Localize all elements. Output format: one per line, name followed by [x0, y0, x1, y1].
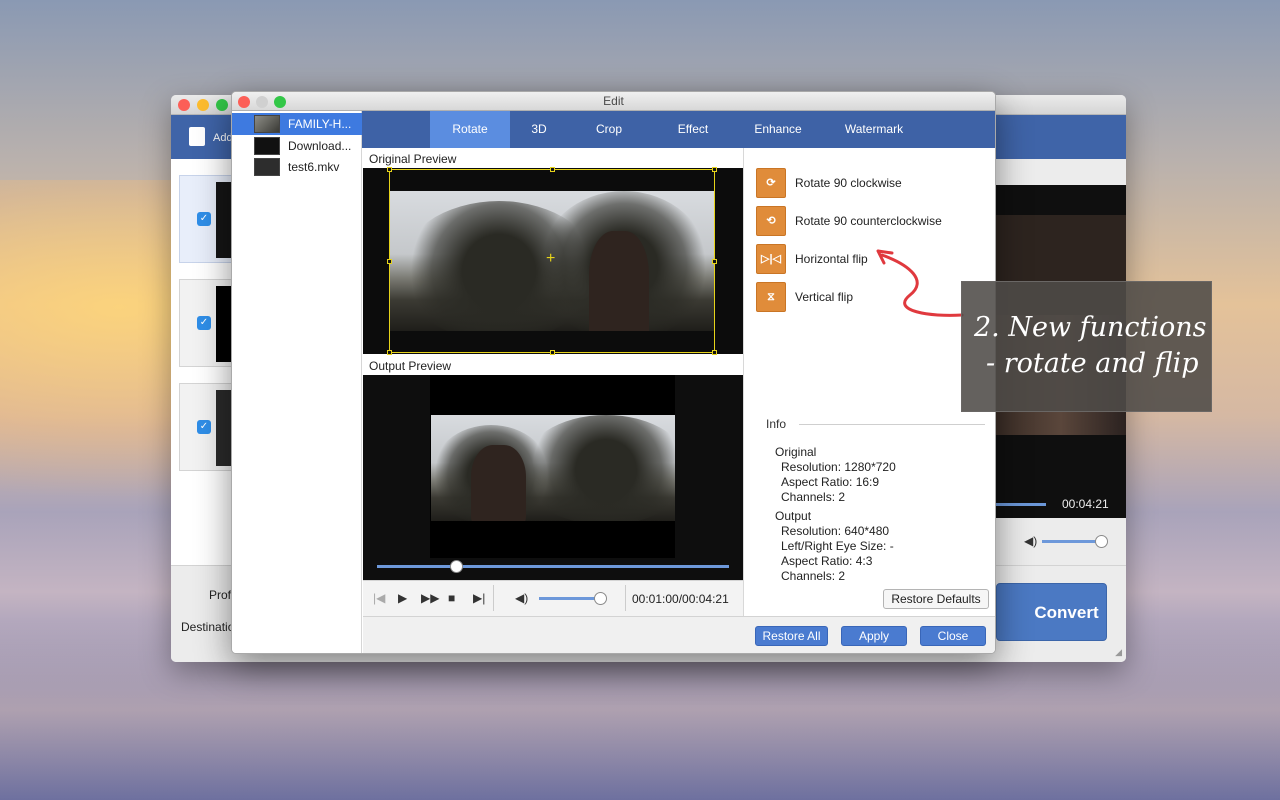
apply-button[interactable]: Apply	[841, 626, 907, 646]
edit-minimize-button[interactable]	[256, 96, 268, 108]
rotate-ccw-label[interactable]: Rotate 90 counterclockwise	[795, 214, 942, 228]
rotate-cw-label[interactable]: Rotate 90 clockwise	[795, 176, 902, 190]
original-aspect-ratio: Aspect Ratio: 16:9	[781, 475, 880, 489]
fast-forward-icon[interactable]: ▶▶	[421, 591, 439, 605]
skip-back-icon[interactable]: |◀	[373, 591, 385, 605]
file-thumbnail	[254, 137, 280, 155]
edit-zoom-button[interactable]	[274, 96, 286, 108]
edit-titlebar: Edit	[232, 92, 995, 111]
file-thumbnail	[254, 158, 280, 176]
rotate-panel: ⟳ Rotate 90 clockwise ⟲ Rotate 90 counte…	[743, 148, 995, 616]
original-resolution: Resolution: 1280*720	[781, 460, 896, 474]
resize-grip-icon[interactable]: ◢	[1115, 647, 1122, 658]
close-button[interactable]: Close	[920, 626, 986, 646]
rotate-cw-icon[interactable]: ⟳	[756, 168, 786, 198]
output-channels: Channels: 2	[781, 569, 846, 583]
divider	[493, 585, 494, 611]
tab-enhance[interactable]: Enhance	[738, 111, 818, 148]
add-file-label[interactable]: Add	[213, 132, 233, 144]
vertical-flip-label[interactable]: Vertical flip	[795, 290, 853, 304]
file-item[interactable]: test6.mkv	[232, 156, 362, 178]
main-close-button[interactable]	[178, 99, 190, 111]
file-name: Download...	[288, 139, 352, 153]
preview-column: Original Preview + Output Preview |◀ ▶ ▶…	[363, 148, 743, 616]
rotate-ccw-icon[interactable]: ⟲	[756, 206, 786, 236]
output-heading: Output	[775, 509, 812, 523]
stop-icon[interactable]: ■	[448, 591, 455, 605]
original-channels: Channels: 2	[781, 490, 846, 504]
main-minimize-button[interactable]	[197, 99, 209, 111]
file-thumbnail	[254, 115, 280, 133]
main-time-code: 00:04:21	[1062, 497, 1109, 511]
tab-3d[interactable]: 3D	[510, 111, 568, 148]
restore-defaults-button[interactable]: Restore Defaults	[883, 589, 989, 609]
file-item[interactable]: FAMILY-H...	[232, 113, 362, 135]
info-divider	[799, 424, 985, 425]
convert-button[interactable]: Convert	[996, 583, 1107, 641]
output-eye-size: Left/Right Eye Size: -	[781, 539, 894, 553]
main-volume-row: ◀)	[996, 523, 1126, 559]
main-volume-slider[interactable]	[1042, 540, 1098, 543]
tab-crop[interactable]: Crop	[576, 111, 642, 148]
original-heading: Original	[775, 445, 817, 459]
play-icon[interactable]: ▶	[398, 591, 407, 605]
volume-icon[interactable]: ◀)	[1024, 534, 1037, 548]
checkbox-icon[interactable]: ✓	[197, 316, 211, 330]
tab-watermark[interactable]: Watermark	[828, 111, 920, 148]
playback-controls: |◀ ▶ ▶▶ ■ ▶| ◀) 00:01:00/00:04:21	[363, 580, 743, 616]
output-resolution: Resolution: 640*480	[781, 524, 890, 538]
volume-icon[interactable]: ◀)	[515, 591, 528, 605]
info-title: Info	[766, 417, 787, 431]
file-name: FAMILY-H...	[288, 117, 352, 131]
callout-line-1: 2. New functions	[974, 312, 1207, 343]
edit-window: Edit FAMILY-H... Download... test6.mkv R…	[231, 91, 996, 654]
callout-line-2: - rotate and flip	[986, 348, 1199, 379]
rotate-cw-option[interactable]: ⟳ Rotate 90 clockwise	[756, 168, 995, 198]
output-video-frame	[431, 415, 675, 521]
checkbox-icon[interactable]: ✓	[197, 420, 211, 434]
main-progress-bar[interactable]	[996, 503, 1046, 506]
edit-footer: Restore All Apply Close	[363, 616, 995, 653]
output-preview-label: Output Preview	[369, 359, 452, 373]
edit-tab-bar: Rotate 3D Crop Effect Enhance Watermark	[362, 111, 995, 148]
crosshair-icon[interactable]: +	[546, 250, 555, 268]
output-aspect-ratio: Aspect Ratio: 4:3	[781, 554, 873, 568]
rotate-ccw-option[interactable]: ⟲ Rotate 90 counterclockwise	[756, 206, 995, 236]
output-preview	[363, 375, 743, 580]
horizontal-flip-label[interactable]: Horizontal flip	[795, 252, 868, 266]
checkbox-icon[interactable]: ✓	[197, 212, 211, 226]
flip-horizontal-icon[interactable]: ▷|◁	[756, 244, 786, 274]
restore-all-button[interactable]: Restore All	[755, 626, 828, 646]
feature-callout: 2. New functions - rotate and flip	[961, 281, 1212, 412]
crop-frame[interactable]: +	[387, 167, 717, 355]
playback-time: 00:01:00/00:04:21	[632, 592, 729, 606]
add-file-icon[interactable]	[189, 127, 205, 146]
volume-slider[interactable]	[539, 597, 601, 600]
main-zoom-button[interactable]	[216, 99, 228, 111]
edit-close-button[interactable]	[238, 96, 250, 108]
skip-forward-icon[interactable]: ▶|	[473, 591, 485, 605]
output-progress-bar[interactable]	[377, 565, 729, 568]
file-name: test6.mkv	[288, 160, 340, 174]
file-item[interactable]: Download...	[232, 135, 362, 157]
progress-knob[interactable]	[450, 560, 463, 573]
tab-rotate[interactable]: Rotate	[430, 111, 510, 148]
original-preview: +	[363, 167, 743, 355]
annotation-arrow	[876, 249, 964, 317]
tab-effect[interactable]: Effect	[658, 111, 728, 148]
divider	[625, 585, 626, 611]
edit-file-list: FAMILY-H... Download... test6.mkv	[232, 111, 362, 653]
volume-knob[interactable]	[594, 592, 607, 605]
main-volume-knob[interactable]	[1095, 535, 1108, 548]
original-preview-label: Original Preview	[369, 152, 457, 166]
flip-vertical-icon[interactable]: ⧖	[756, 282, 786, 312]
